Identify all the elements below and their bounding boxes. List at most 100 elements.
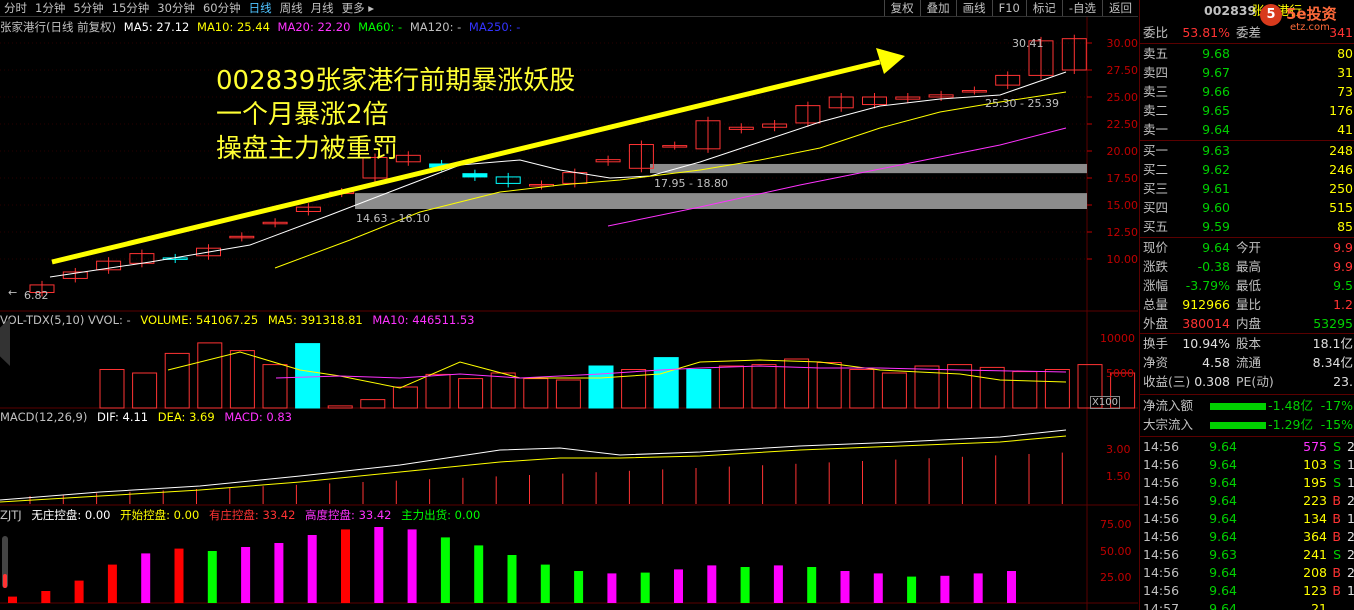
buy-level-label: 买三 (1143, 181, 1169, 196)
zjtj-bar (307, 535, 317, 603)
tick-count: 2 (1347, 546, 1354, 564)
tick-volume: 195 (1303, 475, 1327, 490)
dif-line (0, 429, 1067, 501)
volume-bar (229, 350, 255, 409)
fundamental-label: 换手 (1143, 336, 1169, 351)
buy-level-row[interactable]: 买三 9.61 250 (1140, 180, 1354, 198)
volume-bar (327, 405, 353, 409)
zjtj-bars (8, 527, 1016, 603)
stat-label: 涨幅 (1143, 278, 1169, 293)
fundamental-row: 净资 4.58 流通 8.34亿 (1140, 354, 1354, 372)
stat-row: 现价 9.64 今开 9.9 (1140, 239, 1354, 257)
sell-level-row[interactable]: 卖二 9.65 176 (1140, 102, 1354, 120)
fundamental-row: 收益(三) 0.308 PE(动) 23. (1140, 373, 1354, 391)
capital-flow-row: 大宗流入 -1.29亿 -15% (1140, 416, 1354, 434)
tick-row: 14:56 9.64 364 B 2 (1140, 528, 1354, 546)
flow-value: -1.48亿 (1268, 398, 1313, 413)
tick-volume: 223 (1303, 493, 1327, 508)
volume-panel-header: VOL-TDX(5,10) VVOL: - VOLUME: 541067.25 … (0, 313, 475, 327)
sell-level-row[interactable]: 卖五 9.68 80 (1140, 45, 1354, 63)
tick-volume: 123 (1303, 583, 1327, 598)
buy-level-row[interactable]: 买四 9.60 515 (1140, 199, 1354, 217)
zjtj-bar (74, 580, 84, 603)
zjtj-start: 开始控盘: 0.00 (120, 508, 200, 522)
volume-bar (262, 364, 288, 409)
stat-row: 涨幅 -3.79% 最低 9.5 (1140, 277, 1354, 295)
volume-bar (588, 365, 614, 409)
stat-value: 380014 (1182, 316, 1230, 331)
tick-side: S (1333, 547, 1341, 562)
logo-text: 5e投资 (1286, 5, 1337, 23)
sell-level-row[interactable]: 卖三 9.66 73 (1140, 83, 1354, 101)
tick-row: 14:56 9.64 575 S 2 (1140, 438, 1354, 456)
macd-dif: DIF: 4.11 (97, 410, 149, 424)
volume-bar (686, 369, 712, 409)
buy-price: 9.62 (1202, 162, 1230, 177)
stat-label: 量比 (1236, 297, 1262, 312)
fundamental-value: 4.58 (1202, 355, 1230, 370)
fundamental-value: 10.94% (1182, 336, 1230, 351)
sell-level-row[interactable]: 卖四 9.67 31 (1140, 64, 1354, 82)
fundamental-value: 18.1亿 (1312, 336, 1353, 351)
zjtj-bar (141, 553, 151, 603)
zjtj-high: 高度控盘: 33.42 (305, 508, 392, 522)
candle-body (462, 173, 488, 178)
tick-price: 9.64 (1209, 439, 1237, 454)
stat-label: 今开 (1236, 240, 1262, 255)
buy-volume: 250 (1329, 181, 1353, 196)
zjtj-bar (474, 545, 484, 603)
sell-level-label: 卖五 (1143, 46, 1169, 61)
tick-row: 14:56 9.64 195 S 1 (1140, 474, 1354, 492)
buy-level-row[interactable]: 买五 9.59 85 (1140, 218, 1354, 236)
volume-ma10: MA10: 446511.53 (372, 313, 475, 327)
fundamental-label: 净资 (1143, 355, 1169, 370)
zjtj-bar (740, 567, 750, 603)
flow-pct: -15% (1320, 417, 1353, 432)
tick-row: 14:56 9.64 223 B 2 (1140, 492, 1354, 510)
volume-tick: 5000 (1106, 367, 1134, 380)
stat-value: 9.9 (1333, 259, 1353, 274)
tick-row: 14:57 9.64 21 (1140, 600, 1354, 610)
sell-price: 9.64 (1202, 122, 1230, 137)
tick-volume: 364 (1303, 529, 1327, 544)
price-tick: 12.50 (1106, 226, 1139, 239)
fundamental-label: 收益(三) (1143, 374, 1191, 389)
stat-value: 53295 (1313, 316, 1353, 331)
fundamental-value: 0.308 (1194, 374, 1230, 389)
tick-row: 14:56 9.64 103 S 1 (1140, 456, 1354, 474)
zjtj-bar (873, 573, 883, 603)
zjtj-bar (674, 569, 683, 603)
buy-level-row[interactable]: 买二 9.62 246 (1140, 161, 1354, 179)
tick-side: S (1333, 439, 1341, 454)
volume-title: VOL-TDX(5,10) VVOL: - (0, 313, 131, 327)
volume-bar (816, 362, 842, 409)
buy-level-row[interactable]: 买一 9.63 248 (1140, 142, 1354, 160)
volume-bar (1044, 369, 1070, 409)
tick-time: 14:56 (1143, 565, 1180, 580)
tick-side: B (1332, 493, 1341, 508)
price-tick: 30.00 (1106, 37, 1139, 50)
stat-row: 总量 912966 量比 1.2 (1140, 296, 1354, 314)
annotation-text: 002839张家港行前期暴涨妖股 一个月暴涨2倍 操盘主力被重罚 (216, 64, 575, 166)
volume-bar (555, 379, 581, 409)
zjtj-bar (107, 564, 117, 603)
macd-tick: 3.00 (1106, 443, 1131, 456)
tick-side: B (1332, 565, 1341, 580)
price-tick: 15.00 (1106, 199, 1139, 212)
sell-price: 9.65 (1202, 103, 1230, 118)
low-price-label: 6.82 (24, 289, 49, 302)
low-arrow-icon: ← (8, 286, 18, 299)
zjtj-tick: 50.00 (1100, 545, 1132, 558)
sell-level-row[interactable]: 卖一 9.64 41 (1140, 121, 1354, 139)
stat-label: 最高 (1236, 259, 1262, 274)
buy-price: 9.59 (1202, 219, 1230, 234)
macd-value: MACD: 0.83 (224, 410, 292, 424)
stat-value: 1.2 (1333, 297, 1353, 312)
volume-bar (458, 378, 484, 409)
price-tick: 17.50 (1106, 172, 1139, 185)
annotation-line-2: 一个月暴涨2倍 (216, 100, 389, 130)
buy-volume: 248 (1329, 143, 1353, 158)
zjtj-none: 无庄控盘: 0.00 (31, 508, 111, 522)
buy-level-label: 买五 (1143, 219, 1169, 234)
weicha-value: 341 (1329, 25, 1353, 40)
